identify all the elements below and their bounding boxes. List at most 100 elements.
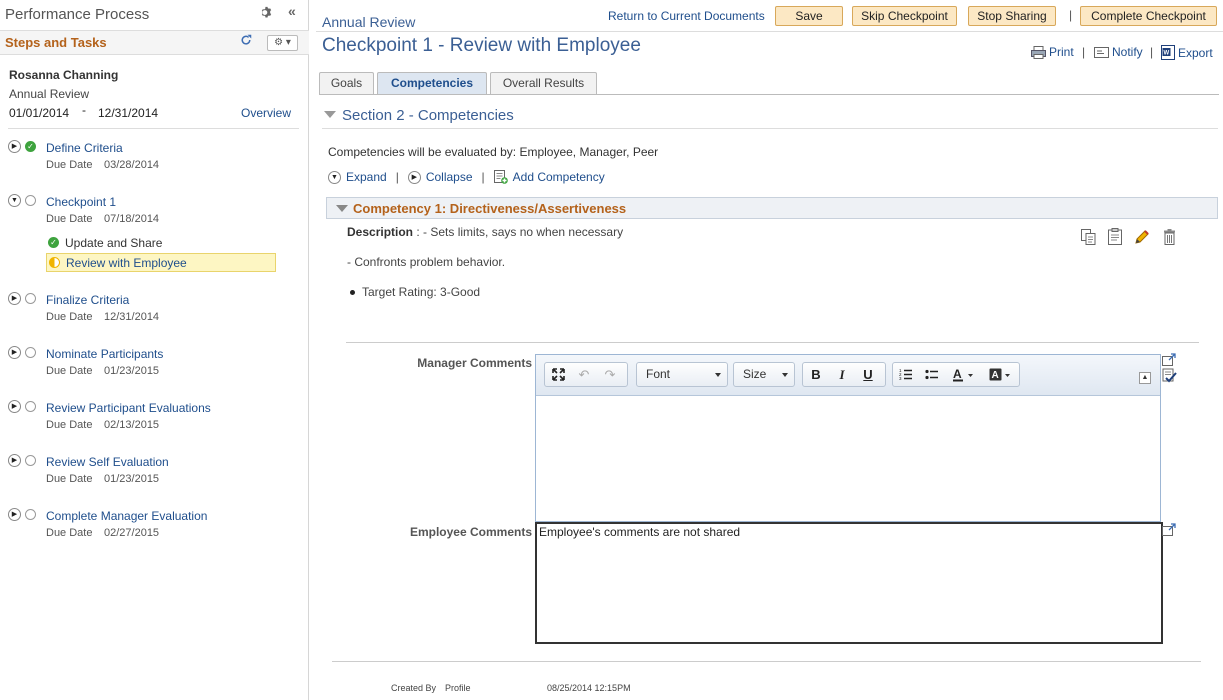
- tab-divider: [319, 94, 1219, 95]
- due-date-value: 03/28/2014: [104, 159, 160, 171]
- expand-step-icon[interactable]: ▶: [8, 454, 21, 467]
- competency-collapse-icon[interactable]: [336, 205, 348, 212]
- stop-sharing-button[interactable]: Stop Sharing: [968, 6, 1056, 26]
- collapse-all-link[interactable]: Collapse: [426, 170, 473, 184]
- due-date-label: Due Date: [46, 159, 93, 171]
- svg-text:A: A: [953, 368, 962, 381]
- italic-button[interactable]: I: [829, 363, 855, 386]
- expand-popup-icon[interactable]: [1162, 353, 1178, 367]
- step-link[interactable]: Complete Manager Evaluation: [46, 509, 207, 523]
- created-by-label: Created By: [391, 683, 437, 693]
- step-link[interactable]: Checkpoint 1: [46, 195, 116, 209]
- competency-toolbar: ▼ Expand | ▶ Collapse | Add Competency: [328, 170, 605, 184]
- print-action[interactable]: Print: [1031, 45, 1074, 59]
- underline-button[interactable]: U: [855, 363, 881, 386]
- clipboard-icon[interactable]: [1107, 228, 1123, 245]
- created-on-value: 08/25/2014 12:15PM: [547, 683, 631, 693]
- overview-link[interactable]: Overview: [241, 106, 291, 120]
- editor-group-lists: 123 A A: [892, 362, 1020, 387]
- employee-name: Rosanna Channing: [9, 68, 119, 82]
- edit-pencil-icon[interactable]: [1134, 228, 1150, 245]
- size-select[interactable]: Size: [733, 362, 795, 387]
- steps-header-bar: Steps and Tasks ⚙ ▾: [0, 30, 309, 55]
- collapse-all-icon[interactable]: ▶: [407, 170, 421, 184]
- employee-comments-field: Employee's comments are not shared: [535, 522, 1163, 644]
- manager-comments-editor: ↶ ↷ Font Size B I U 123 A A ▲: [535, 354, 1161, 522]
- divider: [322, 128, 1218, 129]
- undo-icon[interactable]: ↶: [571, 363, 597, 386]
- step-link[interactable]: Review Self Evaluation: [46, 455, 169, 469]
- export-label: Export: [1178, 45, 1213, 60]
- expand-step-icon[interactable]: ▶: [8, 346, 21, 359]
- text-color-icon[interactable]: A: [945, 363, 983, 386]
- tab-competencies[interactable]: Competencies: [377, 72, 487, 94]
- refresh-icon[interactable]: [240, 34, 252, 46]
- add-competency-link[interactable]: Add Competency: [513, 170, 605, 184]
- numbered-list-icon[interactable]: 123: [893, 363, 919, 386]
- spellcheck-icon[interactable]: [1162, 368, 1178, 384]
- font-select-label: Font: [646, 367, 671, 381]
- manager-comments-input[interactable]: [536, 397, 1160, 521]
- print-icon: [1031, 45, 1046, 59]
- due-date-value: 02/13/2015: [104, 419, 160, 431]
- expand-step-icon[interactable]: ▶: [8, 400, 21, 413]
- competency-actions: [1080, 228, 1177, 245]
- print-label: Print: [1049, 45, 1074, 59]
- complete-status-icon: ✓: [25, 141, 36, 152]
- chevron-down-icon: [782, 373, 788, 377]
- separator: |: [481, 170, 485, 184]
- collapse-panel-icon[interactable]: «: [288, 3, 296, 19]
- step-link[interactable]: Review Participant Evaluations: [46, 401, 211, 415]
- redo-icon[interactable]: ↷: [597, 363, 623, 386]
- complete-checkpoint-button[interactable]: Complete Checkpoint: [1080, 6, 1217, 26]
- competency-header[interactable]: Competency 1: Directiveness/Assertivenes…: [326, 197, 1218, 219]
- collapse-step-icon[interactable]: ▼: [8, 194, 21, 207]
- manager-comments-label: Manager Comments: [417, 356, 532, 370]
- description-line: - Confronts problem behavior.: [347, 255, 506, 269]
- due-date-value: 07/18/2014: [104, 213, 160, 225]
- delete-trash-icon[interactable]: [1161, 228, 1177, 245]
- save-button[interactable]: Save: [775, 6, 843, 26]
- due-date-value: 02/27/2015: [104, 527, 160, 539]
- expand-all-link[interactable]: Expand: [346, 170, 387, 184]
- subtask-update-and-share[interactable]: ✓ Update and Share: [46, 234, 276, 253]
- tab-goals[interactable]: Goals: [319, 72, 374, 94]
- bold-button[interactable]: B: [803, 363, 829, 386]
- step-link[interactable]: Finalize Criteria: [46, 293, 129, 307]
- expand-popup-icon[interactable]: [1162, 523, 1178, 537]
- due-date-value: 01/23/2015: [104, 473, 160, 485]
- maximize-icon[interactable]: [545, 363, 571, 386]
- step-link[interactable]: Nominate Participants: [46, 347, 163, 361]
- notify-action[interactable]: Notify: [1094, 45, 1143, 59]
- expand-step-icon[interactable]: ▶: [8, 508, 21, 521]
- competency-description: Description : - Sets limits, says no whe…: [347, 225, 623, 239]
- description-label: Description: [347, 225, 414, 239]
- target-rating-text: Target Rating: 3-Good: [362, 285, 481, 299]
- divider: [332, 661, 1201, 662]
- collapse-toolbar-icon[interactable]: ▲: [1139, 372, 1151, 384]
- page-title: Checkpoint 1 - Review with Employee: [322, 35, 641, 56]
- evaluated-by-text: Competencies will be evaluated by: Emplo…: [328, 145, 659, 159]
- font-select[interactable]: Font: [636, 362, 728, 387]
- step-link[interactable]: Define Criteria: [46, 141, 123, 155]
- steps-options-button[interactable]: ⚙ ▾: [267, 35, 298, 51]
- target-rating: Target Rating: 3-Good: [350, 285, 480, 299]
- gear-icon[interactable]: [259, 5, 273, 19]
- expand-all-icon[interactable]: ▼: [328, 170, 341, 184]
- expand-step-icon[interactable]: ▶: [8, 140, 21, 153]
- due-date-label: Due Date: [46, 311, 93, 323]
- add-competency-icon[interactable]: [493, 170, 508, 184]
- subtask-review-with-employee[interactable]: Review with Employee: [46, 253, 276, 272]
- export-action[interactable]: W Export: [1161, 45, 1213, 60]
- tab-overall-results[interactable]: Overall Results: [490, 72, 597, 94]
- bulleted-list-icon[interactable]: [919, 363, 945, 386]
- open-status-icon: [25, 509, 36, 520]
- copy-icon[interactable]: [1080, 228, 1096, 245]
- expand-step-icon[interactable]: ▶: [8, 292, 21, 305]
- main-content: Annual Review Return to Current Document…: [310, 0, 1223, 700]
- section-collapse-icon[interactable]: [324, 111, 336, 118]
- background-color-icon[interactable]: A: [983, 363, 1019, 386]
- return-to-current-documents-link[interactable]: Return to Current Documents: [608, 9, 765, 23]
- subtask-label: Review with Employee: [66, 256, 187, 270]
- skip-checkpoint-button[interactable]: Skip Checkpoint: [852, 6, 957, 26]
